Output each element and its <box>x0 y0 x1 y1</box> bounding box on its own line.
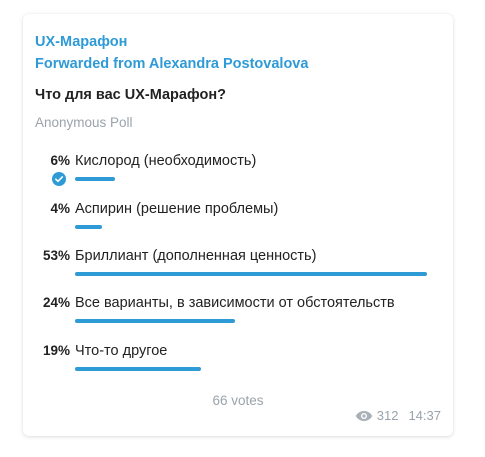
option-percent: 6% <box>50 153 70 168</box>
option-label: Бриллиант (дополненная ценность) <box>75 248 317 264</box>
option-percent: 24% <box>42 295 70 310</box>
forwarded-from[interactable]: Forwarded from Alexandra Postovalova <box>35 56 308 72</box>
option-bar <box>75 367 201 371</box>
message-meta: 312 14:37 <box>355 408 441 423</box>
option-percent: 19% <box>42 343 70 358</box>
channel-name[interactable]: UX-Марафон <box>35 34 127 50</box>
poll-option[interactable]: 24% Все варианты, в зависимости от обсто… <box>23 295 453 329</box>
view-count: 312 <box>376 408 399 423</box>
option-bar <box>75 177 115 181</box>
option-bar <box>75 319 235 323</box>
option-label: Кислород (необходимость) <box>75 153 257 169</box>
option-bar <box>75 272 427 276</box>
message-time: 14:37 <box>408 408 441 423</box>
poll-option[interactable]: 4% Аспирин (решение проблемы) <box>23 201 453 235</box>
option-label: Все варианты, в зависимости от обстоятел… <box>75 295 395 311</box>
vote-count: 66 votes <box>212 393 264 408</box>
poll-option[interactable]: 53% Бриллиант (дополненная ценность) <box>23 248 453 282</box>
eye-icon <box>355 410 372 421</box>
message-card: UX-Марафон Forwarded from Alexandra Post… <box>23 14 453 436</box>
poll-option[interactable]: 19% Что-то другое <box>23 343 453 377</box>
poll-option[interactable]: 6% Кислород (необходимость) <box>23 153 453 187</box>
poll-question: Что для вас UX-Марафон? <box>35 87 226 103</box>
option-label: Что-то другое <box>75 343 168 359</box>
poll-type: Anonymous Poll <box>35 115 133 130</box>
option-bar <box>75 225 102 229</box>
check-circle-icon <box>52 172 66 186</box>
option-label: Аспирин (решение проблемы) <box>75 201 279 217</box>
option-percent: 53% <box>42 248 70 263</box>
option-percent: 4% <box>50 201 70 216</box>
